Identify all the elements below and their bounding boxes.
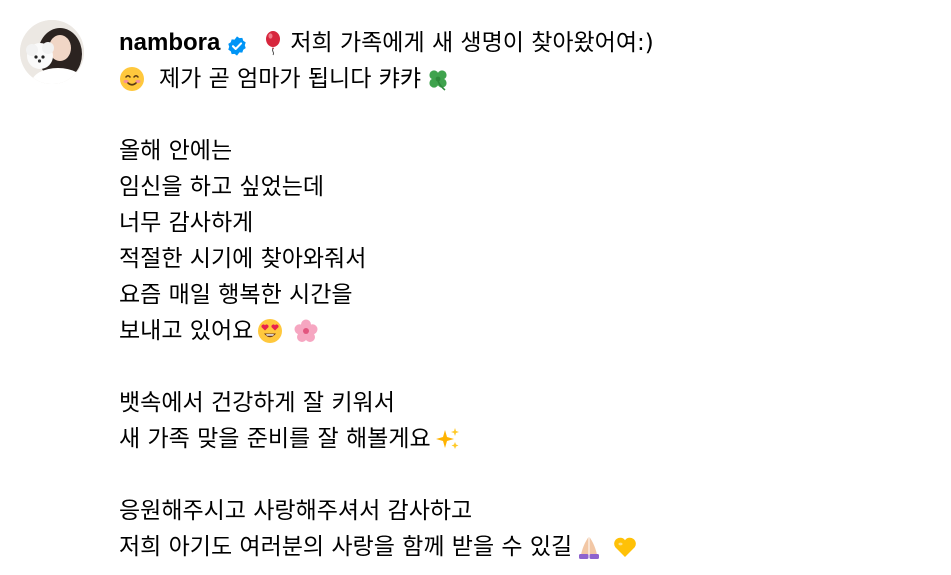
balloon-emoji [262, 30, 288, 56]
heart-eyes-emoji [257, 318, 283, 344]
username-link[interactable]: nambora [119, 25, 220, 61]
caption-text: 올해 안에는 [119, 138, 233, 164]
caption-line: 제가 곧 엄마가 됩니다 캬캬 [119, 61, 939, 97]
smiling-face-emoji [119, 66, 145, 92]
caption-line: 올해 안에는 [119, 133, 939, 169]
post-caption: nambora 저희 가족에게 새 생명이 찾아왔어여:) 제가 곧 엄마가 됩… [20, 20, 940, 565]
caption-line: 새 가족 맞을 준비를 잘 해볼게요 [119, 421, 939, 457]
caption-text: 저희 가족에게 새 생명이 찾아왔어여:) [290, 30, 654, 56]
caption-text: 뱃속에서 건강하게 잘 키워서 [119, 390, 395, 416]
folded-hands-emoji [576, 534, 602, 560]
caption-line: 적절한 시기에 찾아와줘서 [119, 241, 939, 277]
caption-body: nambora 저희 가족에게 새 생명이 찾아왔어여:) 제가 곧 엄마가 됩… [119, 25, 939, 565]
caption-text: 새 가족 맞을 준비를 잘 해볼게요 [119, 426, 431, 452]
cherry-blossom-emoji [293, 318, 319, 344]
caption-text: 보내고 있어요 [119, 318, 254, 344]
caption-text: 임신을 하고 싶었는데 [119, 174, 325, 200]
four-leaf-clover-emoji [425, 66, 451, 92]
caption-line: 저희 아기도 여러분의 사랑을 함께 받을 수 있길 [119, 529, 939, 565]
caption-text: 제가 곧 엄마가 됩니다 캬캬 [159, 66, 422, 92]
yellow-heart-emoji [612, 534, 638, 560]
caption-line: 뱃속에서 건강하게 잘 키워서 [119, 385, 939, 421]
caption-line: nambora 저희 가족에게 새 생명이 찾아왔어여:) [119, 25, 939, 61]
caption-line: 임신을 하고 싶었는데 [119, 169, 939, 205]
caption-text: 적절한 시기에 찾아와줘서 [119, 246, 367, 272]
caption-line: 응원해주시고 사랑해주셔서 감사하고 [119, 493, 939, 529]
caption-text: 요즘 매일 행복한 시간을 [119, 282, 353, 308]
caption-line: 보내고 있어요 [119, 313, 939, 349]
sparkles-emoji [435, 426, 461, 452]
caption-text: 저희 아기도 여러분의 사랑을 함께 받을 수 있길 [119, 534, 573, 560]
caption-line: 요즘 매일 행복한 시간을 [119, 277, 939, 313]
caption-text: 응원해주시고 사랑해주셔서 감사하고 [119, 498, 473, 524]
caption-line: 너무 감사하게 [119, 205, 939, 241]
profile-avatar[interactable] [20, 20, 84, 84]
caption-text: 너무 감사하게 [119, 210, 254, 236]
verified-badge-icon [226, 32, 248, 56]
